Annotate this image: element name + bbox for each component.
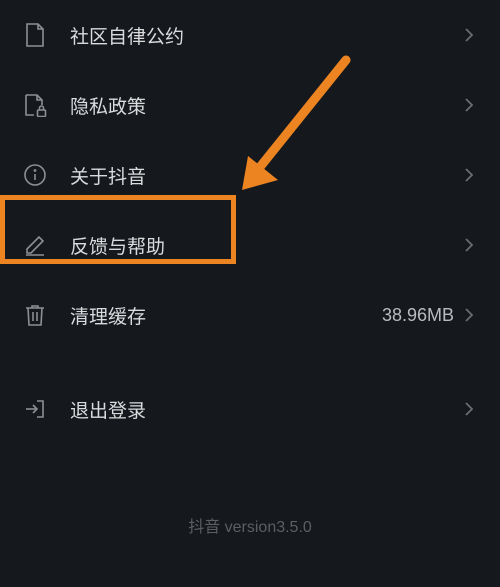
version-footer: 抖音 version3.5.0 (0, 513, 500, 537)
document-icon (20, 20, 50, 50)
menu-item-logout[interactable]: 退出登录 (0, 374, 500, 444)
lock-document-icon (20, 90, 50, 120)
menu-item-label: 社区自律公约 (70, 22, 464, 49)
chevron-right-icon (464, 307, 474, 323)
settings-menu: 社区自律公约 隐私政策 关于抖音 (0, 0, 500, 444)
info-icon (20, 160, 50, 190)
menu-item-about[interactable]: 关于抖音 (0, 140, 500, 210)
trash-icon (20, 300, 50, 330)
edit-icon (20, 230, 50, 260)
menu-item-label: 退出登录 (70, 396, 464, 423)
logout-icon (20, 394, 50, 424)
menu-item-label: 隐私政策 (70, 92, 464, 119)
chevron-right-icon (464, 97, 474, 113)
menu-item-privacy-policy[interactable]: 隐私政策 (0, 70, 500, 140)
cache-size-value: 38.96MB (382, 305, 454, 326)
chevron-right-icon (464, 237, 474, 253)
menu-item-clear-cache[interactable]: 清理缓存 38.96MB (0, 280, 500, 350)
menu-item-community-pact[interactable]: 社区自律公约 (0, 0, 500, 70)
chevron-right-icon (464, 401, 474, 417)
menu-item-label: 清理缓存 (70, 302, 382, 329)
chevron-right-icon (464, 167, 474, 183)
menu-item-feedback-help[interactable]: 反馈与帮助 (0, 210, 500, 280)
menu-item-label: 关于抖音 (70, 162, 464, 189)
menu-item-label: 反馈与帮助 (70, 232, 464, 259)
chevron-right-icon (464, 27, 474, 43)
